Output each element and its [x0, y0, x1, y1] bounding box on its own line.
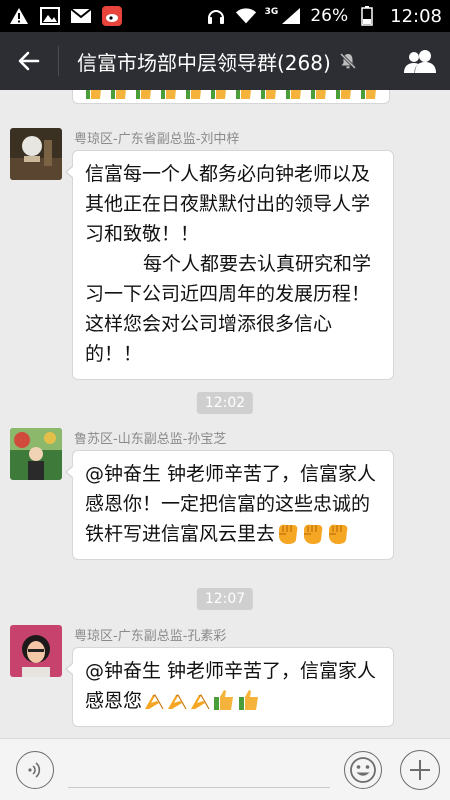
- timestamp-divider: 12:07: [196, 588, 254, 610]
- message-text: 信富每一个人都务必向钟老师以及其他正在日夜默默付出的领导人学习和致敬！！: [85, 163, 371, 245]
- sender-name: 鲁苏区-山东副总监-孙宝芝: [74, 432, 227, 447]
- wifi-icon: [235, 6, 257, 26]
- group-title: 信富市场部中层领导群(268): [77, 50, 331, 75]
- signal-icon: [280, 6, 302, 26]
- more-button[interactable]: [400, 749, 440, 790]
- status-bar: 3G 26% 12:08: [0, 0, 450, 32]
- mute-icon: [339, 52, 357, 70]
- message-text-paragraph: 每个人都要去认真研究和学习一下公司近四周年的发展历程！这样您会对公司增添很多信心…: [85, 249, 381, 369]
- thumbs-up-emoji: [211, 90, 226, 99]
- thumbs-up-emoji: [186, 90, 201, 99]
- previous-message-bubble: [72, 90, 390, 104]
- input-bar: [0, 738, 450, 800]
- chat-header: 信富市场部中层领导群(268): [0, 32, 450, 90]
- warning-icon: [8, 6, 30, 26]
- battery-icon: [356, 6, 378, 26]
- back-arrow-icon: [18, 51, 40, 71]
- avatar[interactable]: [10, 128, 62, 180]
- emoji-icon: [350, 756, 376, 783]
- mail-icon: [70, 6, 92, 26]
- thumbs-up-emoji: [86, 90, 101, 99]
- timestamp-divider: 12:02: [196, 392, 254, 414]
- emoji-button[interactable]: [344, 750, 382, 789]
- sender-name: 粤琼区-广东省副总监-刘中梓: [74, 132, 240, 147]
- network-type: 3G: [264, 7, 279, 17]
- message-bubble[interactable]: @钟奋生 钟老师辛苦了，信富家人感恩你！一定把信富的这些忠诚的铁杆写进信富风云里…: [65, 450, 394, 560]
- pray-emoji: [168, 694, 187, 710]
- pray-emoji: [191, 694, 210, 710]
- avatar[interactable]: [10, 625, 62, 677]
- group-members-icon: [404, 50, 436, 73]
- voice-icon: [28, 761, 41, 778]
- back-button[interactable]: [0, 32, 58, 90]
- thumbs-up-emoji: [261, 90, 276, 99]
- voice-button[interactable]: [16, 750, 54, 789]
- message-input[interactable]: [68, 751, 330, 788]
- clock: 12:08: [390, 5, 442, 27]
- thumbs-up-emoji: [361, 90, 376, 99]
- thumbs-up-emoji: [111, 90, 126, 99]
- chat-area[interactable]: 粤琼区-广东省副总监-刘中梓 信富每一个人都务必向钟老师以及其他正在日夜默默付出…: [0, 90, 450, 738]
- headphones-icon: [205, 6, 227, 26]
- message-item: 粤琼区-广东副总监-孔素彩 @钟奋生 钟老师辛苦了，信富家人感恩您: [10, 625, 440, 735]
- header-divider: [58, 46, 59, 76]
- thumbs-up-emoji: [286, 90, 301, 99]
- plus-icon: [410, 759, 430, 780]
- fist-emoji: [279, 524, 298, 544]
- fist-emoji: [304, 524, 323, 544]
- thumbs-up-emoji: [161, 90, 176, 99]
- message-item: 粤琼区-广东省副总监-刘中梓 信富每一个人都务必向钟老师以及其他正在日夜默默付出…: [10, 128, 440, 398]
- thumbs-up-emoji: [336, 90, 351, 99]
- message-bubble[interactable]: @钟奋生 钟老师辛苦了，信富家人感恩您: [65, 647, 394, 727]
- weibo-icon: [101, 6, 123, 26]
- group-members-button[interactable]: [390, 32, 450, 90]
- sender-name: 粤琼区-广东副总监-孔素彩: [74, 629, 227, 644]
- thumbs-up-emoji: [214, 690, 234, 710]
- image-icon: [39, 6, 61, 26]
- avatar[interactable]: [10, 428, 62, 480]
- thumbs-up-emoji: [236, 90, 251, 99]
- pray-emoji: [145, 694, 164, 710]
- thumbs-up-emoji: [239, 690, 259, 710]
- message-bubble[interactable]: 信富每一个人都务必向钟老师以及其他正在日夜默默付出的领导人学习和致敬！！ 每个人…: [65, 150, 394, 380]
- thumbs-up-emoji: [311, 90, 326, 99]
- message-text: 每个人都要去认真研究和学习一下公司近四周年的发展历程！这样您会对公司增添很多信心…: [85, 253, 372, 365]
- thumbs-up-emoji: [136, 90, 151, 99]
- fist-emoji: [329, 524, 348, 544]
- battery-percent: 26%: [310, 6, 349, 26]
- message-item: 鲁苏区-山东副总监-孙宝芝 @钟奋生 钟老师辛苦了，信富家人感恩你！一定把信富的…: [10, 428, 440, 560]
